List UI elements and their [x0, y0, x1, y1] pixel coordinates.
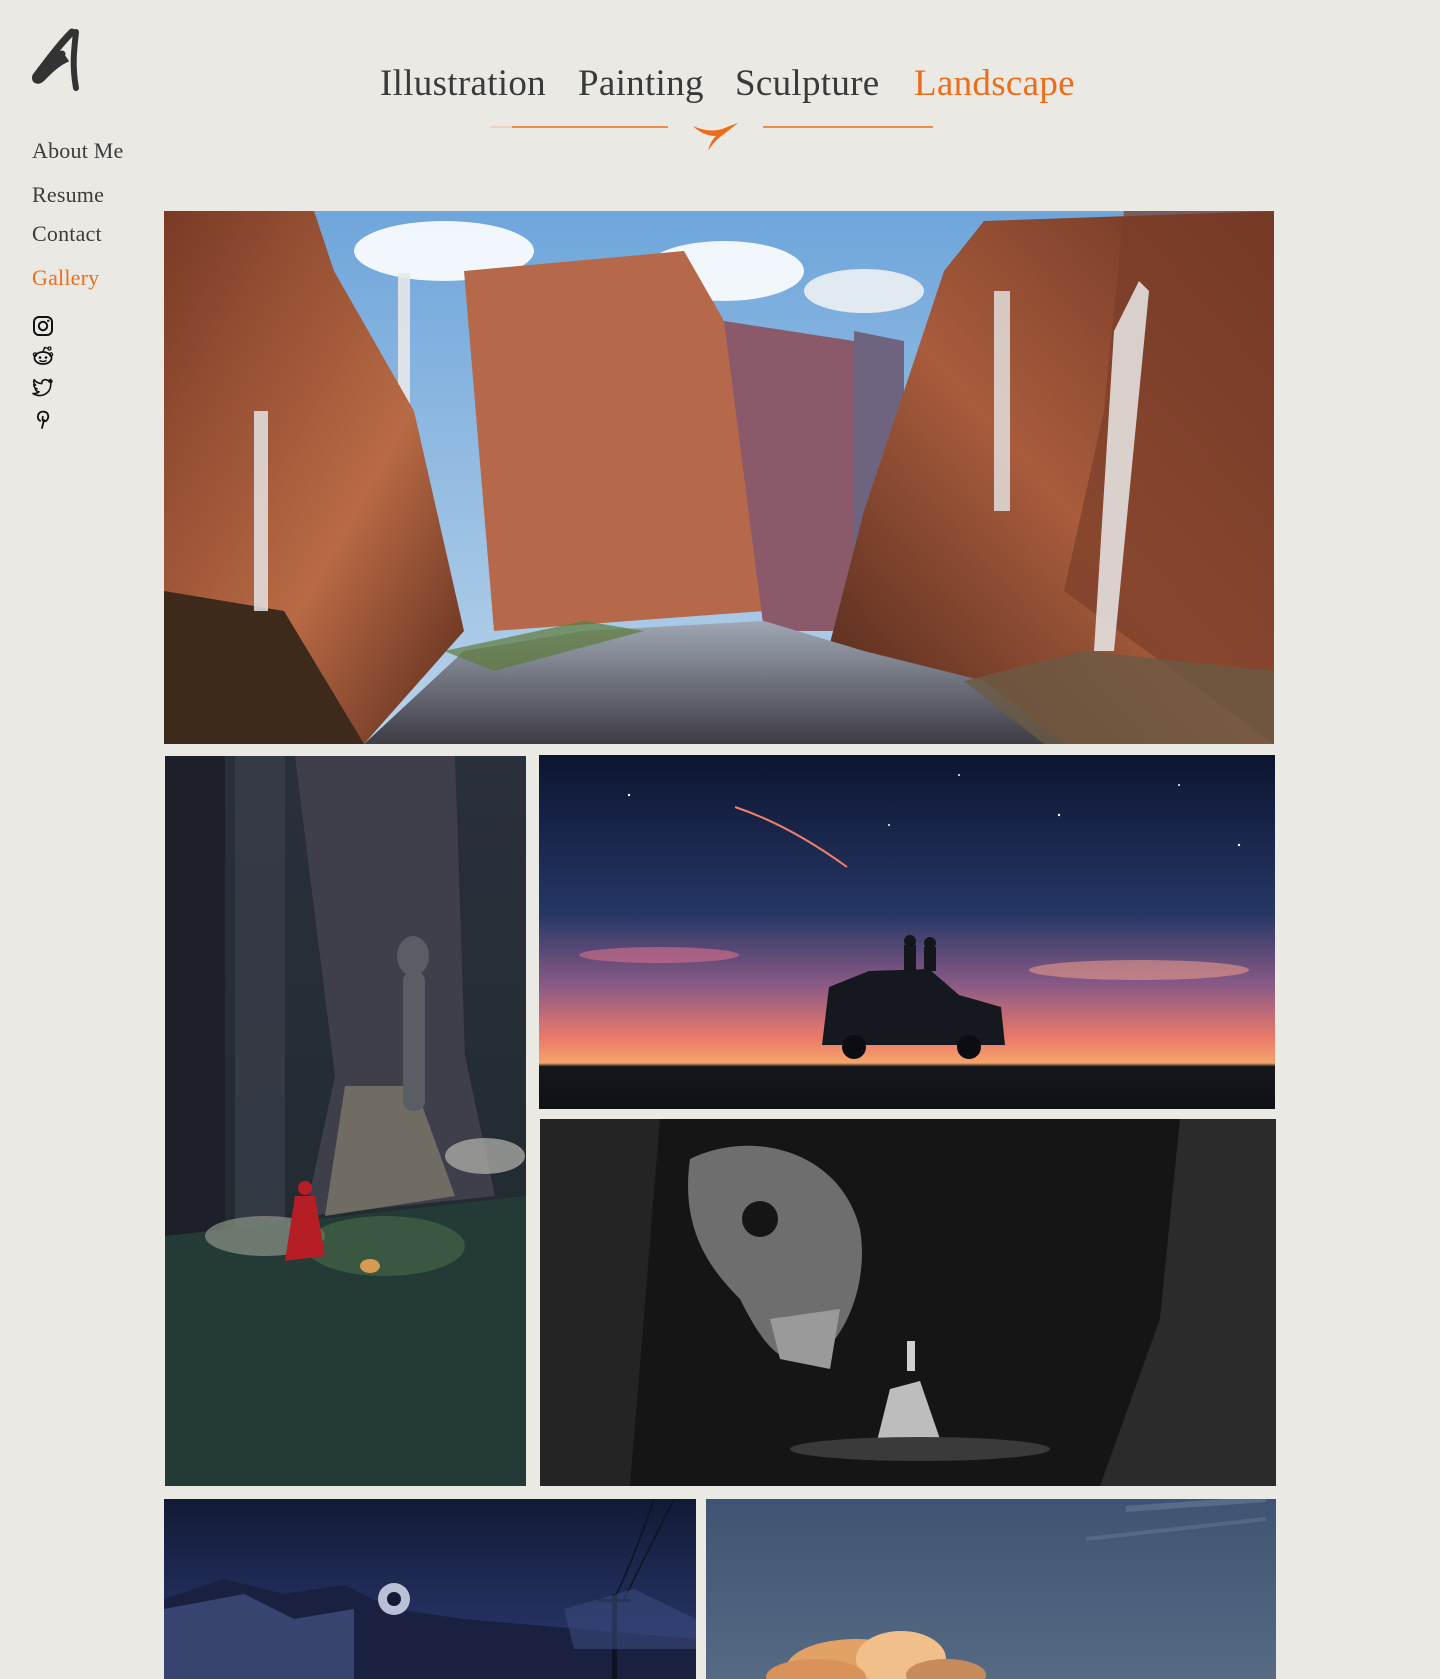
- sidebar-item-resume[interactable]: Resume: [32, 182, 104, 208]
- sidebar-item-gallery[interactable]: Gallery: [32, 265, 99, 291]
- sunset-car-stargazing-painting: [539, 755, 1275, 1109]
- reddit-link[interactable]: [32, 345, 54, 367]
- category-divider: [490, 118, 940, 154]
- brush-mark-divider-icon: [490, 123, 933, 151]
- sidebar-item-about-me[interactable]: About Me: [32, 138, 123, 164]
- sky-clouds-painting: [706, 1499, 1276, 1679]
- canyon-waterfalls-painting: [164, 211, 1274, 744]
- twitter-link[interactable]: [32, 376, 54, 398]
- pinterest-icon: [36, 410, 50, 429]
- night-village-power-lines-painting: [164, 1499, 696, 1679]
- category-painting[interactable]: Painting: [578, 62, 704, 105]
- forest-red-riding-hood-painting: [165, 756, 526, 1486]
- instagram-icon: [33, 316, 53, 336]
- gallery-image-forest[interactable]: [165, 756, 526, 1486]
- category-nav: Illustration Painting Sculpture Landscap…: [0, 62, 1440, 122]
- category-landscape[interactable]: Landscape: [914, 62, 1075, 105]
- gallery-image-sunset[interactable]: [539, 755, 1275, 1109]
- sidebar-item-contact[interactable]: Contact: [32, 221, 102, 247]
- gallery-image-canyon[interactable]: [164, 211, 1274, 744]
- category-sculpture[interactable]: Sculpture: [735, 62, 880, 105]
- twitter-icon: [32, 378, 53, 397]
- giant-skull-cave-painting: [540, 1119, 1276, 1486]
- category-illustration[interactable]: Illustration: [380, 62, 546, 105]
- gallery-image-night-village[interactable]: [164, 1499, 696, 1679]
- pinterest-link[interactable]: [32, 407, 54, 429]
- gallery-image-sky[interactable]: [706, 1499, 1276, 1679]
- instagram-link[interactable]: [32, 315, 54, 337]
- gallery-image-skull-cave[interactable]: [540, 1119, 1276, 1486]
- reddit-icon: [32, 346, 54, 365]
